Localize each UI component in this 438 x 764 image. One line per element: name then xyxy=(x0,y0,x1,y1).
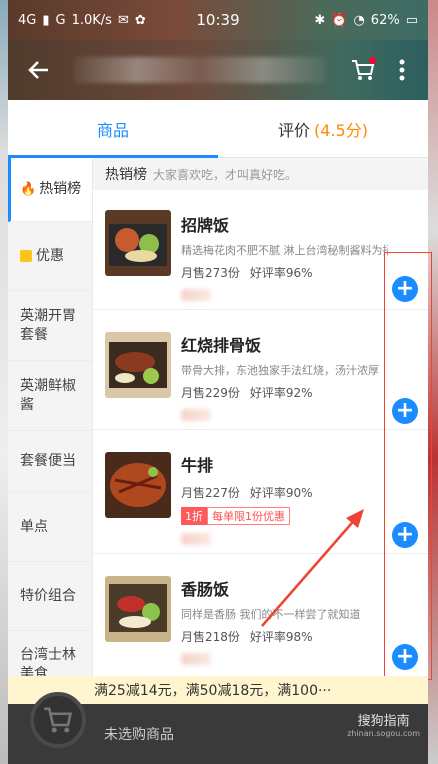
shop-title-blurred xyxy=(74,57,326,83)
tab-goods[interactable]: 商品 xyxy=(8,100,218,157)
dish-name: 牛排 xyxy=(181,456,214,475)
sidebar-item-combo[interactable]: 英潮开胃套餐 xyxy=(8,291,92,361)
tab-reviews-label: 评价 xyxy=(278,120,311,140)
review-score: (4.5分) xyxy=(314,120,368,140)
price-blurred xyxy=(181,653,211,665)
watermark-brand: 搜狗指南 xyxy=(357,714,410,729)
flame-icon: 🔥 xyxy=(20,181,37,197)
alarm-icon: ⏰ xyxy=(331,12,348,28)
sidebar-item-label: 特价组合 xyxy=(20,587,76,604)
dish-name: 香肠饭 xyxy=(181,580,230,599)
dish-name: 招牌饭 xyxy=(181,216,230,235)
menu-list: 热销榜 大家喜欢吃，才叫真好吃。 招牌饭 精选梅花肉不肥不腻 淋上台湾秘制酱料为… xyxy=(93,158,428,764)
monthly-sales: 月售218份 xyxy=(181,630,240,644)
net-speed: 1.0K/s xyxy=(71,12,112,28)
tab-reviews[interactable]: 评价 (4.5分) xyxy=(218,100,428,157)
bluetooth-icon: ✱ xyxy=(314,12,326,28)
back-arrow-icon[interactable] xyxy=(24,55,54,85)
monthly-sales: 月售229份 xyxy=(181,386,240,400)
monthly-sales: 月售227份 xyxy=(181,486,240,500)
shopping-cart-icon xyxy=(44,707,73,733)
section-title: 热销榜 xyxy=(105,167,147,183)
dish-image xyxy=(105,576,171,642)
phone-screen: 4G ▮ G 1.0K/s ✉ ✿ 10:39 ✱ ⏰ ◔ 62% ▭ 商品 评… xyxy=(8,0,428,764)
signal-type: G xyxy=(55,12,66,28)
status-time: 10:39 xyxy=(196,11,240,29)
category-sidebar: 🔥 热销榜 优惠 英潮开胃套餐 英潮鲜椒酱 套餐便当 单点 特价组合 台湾士林美食 xyxy=(8,158,93,764)
cart-status-text: 未选购商品 xyxy=(104,727,174,743)
coupon-icon xyxy=(20,250,32,262)
list-item[interactable]: 牛排 月售227份 好评率90% 1折 每单限1份优惠 + xyxy=(93,430,428,554)
section-subtitle: 大家喜欢吃，才叫真好吃。 xyxy=(153,167,298,182)
more-menu-icon[interactable] xyxy=(392,55,412,85)
sidebar-item-label: 单点 xyxy=(20,518,48,535)
good-rating: 好评率90% xyxy=(249,486,313,500)
sidebar-item-single[interactable]: 单点 xyxy=(8,493,92,562)
tab-goods-label: 商品 xyxy=(96,120,129,140)
dish-image xyxy=(105,452,171,518)
battery-icon: ▭ xyxy=(405,12,418,28)
sidebar-item-label: 优惠 xyxy=(36,247,64,264)
sidebar-item-label: 套餐便当 xyxy=(20,453,76,470)
watermark-url: zhinan.sogou.com xyxy=(347,729,420,738)
dish-image xyxy=(105,210,171,276)
cart-notification-dot xyxy=(369,57,376,64)
dish-name: 红烧排骨饭 xyxy=(181,336,262,355)
list-item[interactable]: 红烧排骨饭 带骨大排，东池独家手法红烧，汤汁浓厚 月售229份 好评率92% + xyxy=(93,310,428,430)
price-blurred xyxy=(181,533,211,545)
promo-tag: 1折 xyxy=(181,507,207,525)
dish-description: 同样是香肠 我们的不一样尝了就知道 xyxy=(181,608,361,621)
monthly-sales: 月售273份 xyxy=(181,266,240,280)
app-header xyxy=(8,40,428,100)
price-blurred xyxy=(181,409,211,421)
promo-badge: 1折 每单限1份优惠 xyxy=(181,507,290,525)
sidebar-item-label: 英潮开胃套餐 xyxy=(20,307,76,343)
good-rating: 好评率98% xyxy=(249,630,313,644)
sidebar-item-bento[interactable]: 套餐便当 xyxy=(8,431,92,493)
sidebar-item-sauce[interactable]: 英潮鲜椒酱 xyxy=(8,361,92,431)
sidebar-item-discount[interactable]: 优惠 xyxy=(8,222,92,291)
battery-level: 62% xyxy=(370,12,400,28)
list-item[interactable]: 香肠饭 同样是香肠 我们的不一样尝了就知道 月售218份 好评率98% + xyxy=(93,554,428,678)
price-blurred xyxy=(181,289,211,301)
sidebar-item-hot[interactable]: 🔥 热销榜 xyxy=(8,158,92,222)
list-item[interactable]: 招牌饭 精选梅花肉不肥不腻 淋上台湾秘制酱料为招牌 月售273份 好评率96% + xyxy=(93,190,428,310)
wifi-icon: ◔ xyxy=(353,12,365,28)
background-page-left xyxy=(0,0,8,764)
signal-icon: ▮ xyxy=(42,12,50,28)
cart-icon[interactable] xyxy=(346,53,380,87)
discount-text: 满25减14元，满50减18元，满100··· xyxy=(94,683,332,699)
dish-image xyxy=(105,332,171,398)
sidebar-item-special[interactable]: 特价组合 xyxy=(8,562,92,631)
promo-text: 每单限1份优惠 xyxy=(207,507,290,525)
section-header: 热销榜 大家喜欢吃，才叫真好吃。 xyxy=(93,158,428,190)
good-rating: 好评率96% xyxy=(249,266,313,280)
sogou-watermark: 搜狗指南 zhinan.sogou.com xyxy=(347,710,420,738)
status-bar: 4G ▮ G 1.0K/s ✉ ✿ 10:39 ✱ ⏰ ◔ 62% ▭ xyxy=(8,0,428,40)
network-type: 4G xyxy=(18,12,37,28)
highlight-box-annotation xyxy=(384,252,432,680)
tab-bar: 商品 评价 (4.5分) xyxy=(8,100,428,158)
sidebar-item-label: 英潮鲜椒酱 xyxy=(20,377,76,413)
dish-description: 带骨大排，东池独家手法红烧，汤汁浓厚 xyxy=(181,364,379,377)
sidebar-item-label: 热销榜 xyxy=(39,181,82,198)
chat-icon: ✉ xyxy=(117,12,129,28)
paw-icon: ✿ xyxy=(134,12,146,28)
good-rating: 好评率92% xyxy=(249,386,313,400)
cart-button[interactable] xyxy=(30,692,86,748)
dish-description: 精选梅花肉不肥不腻 淋上台湾秘制酱料为招牌 xyxy=(181,244,388,257)
